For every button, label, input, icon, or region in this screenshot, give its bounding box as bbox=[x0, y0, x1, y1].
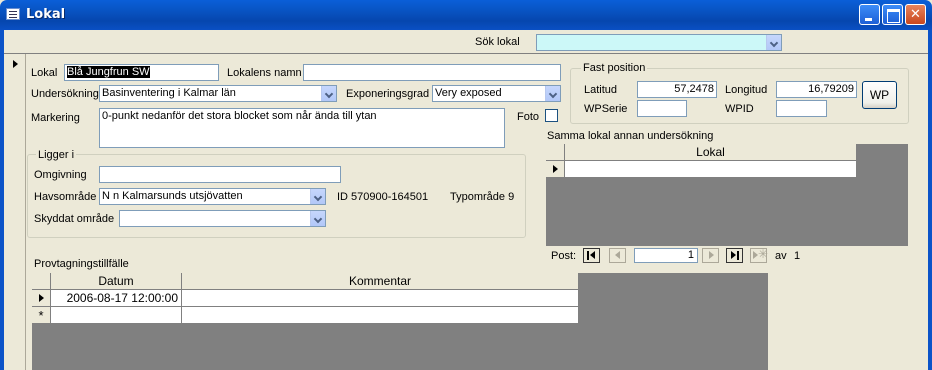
column-header-corner bbox=[32, 273, 51, 290]
title-bar[interactable]: Lokal ✕ bbox=[0, 0, 932, 30]
lokalens-namn-label: Lokalens namn bbox=[227, 67, 302, 79]
omgivning-field[interactable] bbox=[99, 166, 341, 183]
markering-label: Markering bbox=[31, 112, 80, 124]
kommentar-cell[interactable] bbox=[182, 290, 579, 307]
fast-position-group bbox=[570, 68, 909, 124]
chevron-down-icon[interactable] bbox=[310, 211, 325, 226]
form-icon[interactable] bbox=[6, 8, 20, 20]
window-title: Lokal bbox=[26, 7, 66, 22]
lokal-cell[interactable] bbox=[565, 161, 857, 178]
lokal-column-header[interactable]: Lokal bbox=[565, 144, 857, 161]
search-combo[interactable] bbox=[536, 34, 782, 51]
exponeringsgrad-combo[interactable]: Very exposed bbox=[432, 85, 561, 102]
wpserie-field[interactable] bbox=[637, 100, 687, 117]
current-record-arrow-icon bbox=[553, 165, 558, 173]
first-icon bbox=[590, 251, 595, 259]
row-selector[interactable] bbox=[546, 161, 565, 178]
lokal-field[interactable]: Blå Jungfrun SW bbox=[64, 64, 219, 81]
undersokning-label: Undersökning bbox=[31, 88, 99, 100]
record-selector[interactable] bbox=[4, 54, 26, 370]
omgivning-label: Omgivning bbox=[34, 169, 87, 181]
havsomrade-label: Havsområde bbox=[34, 191, 97, 203]
lokalens-namn-field[interactable] bbox=[303, 64, 561, 81]
havsomrade-combo[interactable]: N n Kalmarsunds utsjövatten bbox=[99, 188, 326, 205]
minimize-button[interactable] bbox=[859, 4, 880, 25]
chevron-down-icon[interactable] bbox=[545, 86, 560, 101]
longitud-field[interactable]: 16,79209 bbox=[776, 81, 857, 98]
form-header: Sök lokal bbox=[4, 30, 928, 54]
row-selector[interactable] bbox=[32, 290, 51, 307]
datum-column-header[interactable]: Datum bbox=[51, 273, 182, 290]
skyddat-omrade-combo[interactable] bbox=[119, 210, 326, 227]
close-button[interactable]: ✕ bbox=[905, 4, 926, 25]
chevron-down-icon[interactable] bbox=[766, 35, 781, 50]
new-datum-cell[interactable] bbox=[51, 307, 182, 324]
previous-icon bbox=[615, 251, 620, 259]
fast-position-title: Fast position bbox=[581, 62, 648, 74]
column-header-corner bbox=[546, 144, 565, 161]
next-icon bbox=[709, 251, 714, 259]
record-total: 1 bbox=[794, 250, 801, 262]
first-record-button[interactable] bbox=[583, 248, 600, 263]
wpid-label: WPID bbox=[725, 103, 754, 115]
foto-label: Foto bbox=[517, 111, 540, 123]
current-record-field[interactable]: 1 bbox=[634, 248, 698, 263]
chevron-down-icon[interactable] bbox=[321, 86, 336, 101]
markering-field[interactable]: 0-punkt nedanför det stora blocket som n… bbox=[99, 108, 505, 148]
samma-lokal-title: Samma lokal annan undersökning bbox=[547, 130, 714, 142]
of-label: av bbox=[775, 250, 787, 262]
wp-button[interactable]: WP bbox=[862, 81, 897, 109]
latitud-label: Latitud bbox=[584, 84, 618, 96]
last-icon bbox=[731, 251, 736, 259]
skyddat-omrade-label: Skyddat område bbox=[34, 213, 115, 225]
foto-checkbox[interactable] bbox=[545, 109, 558, 122]
ligger-i-title: Ligger i bbox=[36, 149, 77, 161]
lokal-label: Lokal bbox=[31, 67, 58, 79]
new-row-selector[interactable]: * bbox=[32, 307, 51, 324]
exponeringsgrad-value: Very exposed bbox=[435, 87, 502, 99]
post-label: Post: bbox=[551, 250, 577, 262]
havsomrade-value: N n Kalmarsunds utsjövatten bbox=[102, 190, 243, 202]
undersokning-value: Basinventering i Kalmar län bbox=[102, 87, 236, 99]
last-record-button[interactable] bbox=[726, 248, 743, 263]
new-record-button[interactable]: ✳ bbox=[750, 247, 769, 263]
next-record-button[interactable] bbox=[702, 248, 719, 263]
maximize-button[interactable] bbox=[882, 4, 903, 25]
search-label: Sök lokal bbox=[475, 36, 520, 48]
undersokning-combo[interactable]: Basinventering i Kalmar län bbox=[99, 85, 337, 102]
lokal-value: Blå Jungfrun SW bbox=[67, 66, 150, 78]
wpserie-label: WPSerie bbox=[584, 103, 628, 115]
current-record-arrow-icon bbox=[39, 294, 44, 302]
provtagning-title: Provtagningstillfälle bbox=[34, 258, 129, 270]
latitud-field[interactable]: 57,2478 bbox=[637, 81, 717, 98]
typomrade-text: Typområde 9 bbox=[450, 191, 515, 203]
chevron-down-icon[interactable] bbox=[310, 189, 325, 204]
previous-record-button[interactable] bbox=[609, 248, 626, 263]
current-record-arrow-icon bbox=[13, 60, 18, 68]
datum-cell[interactable]: 2006-08-17 12:00:00 bbox=[51, 290, 182, 307]
wpid-field[interactable] bbox=[776, 100, 827, 117]
exponeringsgrad-label: Exponeringsgrad bbox=[346, 88, 430, 100]
new-icon: ✳ bbox=[758, 247, 769, 261]
kommentar-column-header[interactable]: Kommentar bbox=[182, 273, 579, 290]
longitud-label: Longitud bbox=[725, 84, 768, 96]
id-text: ID 570900-164501 bbox=[337, 191, 429, 203]
new-kommentar-cell[interactable] bbox=[182, 307, 579, 324]
